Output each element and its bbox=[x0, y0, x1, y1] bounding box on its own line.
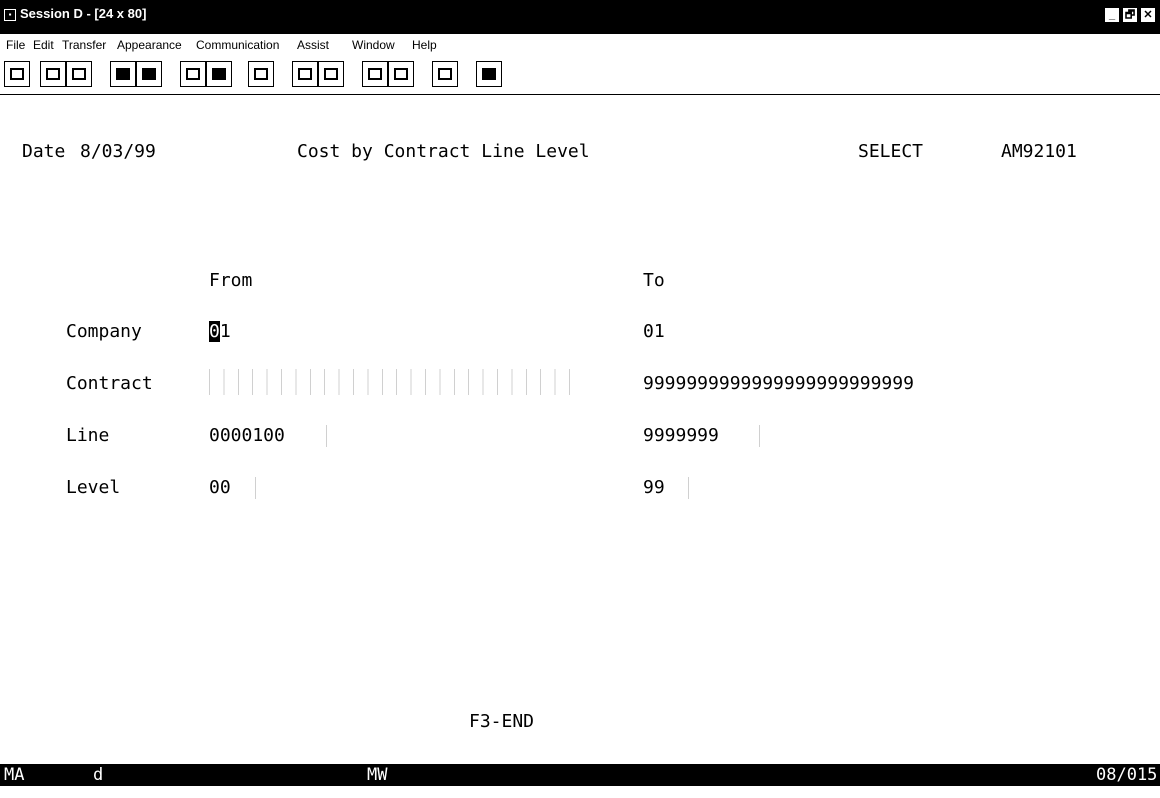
terminal-screen[interactable]: Date 8/03/99 Cost by Contract Line Level… bbox=[0, 95, 1160, 763]
level-to-field[interactable]: 99 bbox=[643, 477, 665, 499]
display-icon[interactable] bbox=[4, 61, 30, 87]
screen-title: Cost by Contract Line Level bbox=[297, 141, 590, 162]
exit-icon[interactable] bbox=[476, 61, 502, 87]
status-mode: MW bbox=[367, 765, 388, 785]
line-from-field[interactable]: 0000100 bbox=[209, 425, 285, 447]
screen-icon[interactable] bbox=[206, 61, 232, 87]
system-menu-icon[interactable]: ▪ bbox=[4, 9, 16, 21]
menu-edit[interactable]: Edit bbox=[33, 38, 54, 52]
bottom-border bbox=[0, 786, 1160, 798]
field-end-marker bbox=[688, 477, 689, 499]
menu-bar: File Edit Transfer Appearance Communicat… bbox=[0, 34, 1160, 58]
contract-label: Contract bbox=[66, 373, 153, 394]
copy-icon[interactable] bbox=[40, 61, 66, 87]
window-title: Session D - [24 x 80] bbox=[20, 6, 147, 21]
status-indicator: d bbox=[93, 765, 104, 785]
menu-file[interactable]: File bbox=[6, 38, 25, 52]
toolbar bbox=[0, 58, 1160, 95]
window-title-bar[interactable]: ▪ Session D - [24 x 80] _ 🗗 ✕ bbox=[0, 0, 1160, 34]
minimize-button[interactable]: _ bbox=[1104, 7, 1120, 23]
company-from-field[interactable]: 01 bbox=[209, 321, 231, 343]
field-end-marker bbox=[326, 425, 327, 447]
status-bar: MA d MW 08/015 bbox=[0, 764, 1160, 786]
company-label: Company bbox=[66, 321, 142, 342]
program-id: AM92101 bbox=[1001, 141, 1077, 162]
contract-from-field[interactable] bbox=[209, 369, 574, 395]
maximize-button[interactable]: 🗗 bbox=[1122, 7, 1138, 23]
level-from-field[interactable]: 00 bbox=[209, 477, 231, 499]
field-end-marker bbox=[255, 477, 256, 499]
receive-icon[interactable] bbox=[136, 61, 162, 87]
mode-label: SELECT bbox=[858, 141, 924, 162]
date-label: Date bbox=[22, 141, 66, 162]
from-header: From bbox=[209, 270, 253, 291]
send-icon[interactable] bbox=[110, 61, 136, 87]
status-session: MA bbox=[4, 765, 25, 785]
macro-record-icon[interactable] bbox=[292, 61, 318, 87]
line-label: Line bbox=[66, 425, 110, 446]
text-cursor: 0 bbox=[209, 321, 220, 342]
close-button[interactable]: ✕ bbox=[1140, 7, 1156, 23]
menu-window[interactable]: Window bbox=[352, 38, 395, 52]
field-end-marker bbox=[759, 425, 760, 447]
menu-appearance[interactable]: Appearance bbox=[117, 38, 182, 52]
menu-assist[interactable]: Assist bbox=[297, 38, 329, 52]
level-label: Level bbox=[66, 477, 121, 498]
line-to-field[interactable]: 9999999 bbox=[643, 425, 719, 447]
company-to-field[interactable]: 01 bbox=[643, 321, 665, 343]
function-key-hint: F3-END bbox=[469, 711, 535, 732]
macro-stop-icon[interactable] bbox=[318, 61, 344, 87]
macro-pause-icon[interactable] bbox=[388, 61, 414, 87]
chart-icon[interactable] bbox=[248, 61, 274, 87]
macro-play-icon[interactable] bbox=[362, 61, 388, 87]
paste-icon[interactable] bbox=[66, 61, 92, 87]
menu-communication[interactable]: Communication bbox=[196, 38, 279, 52]
keypad-icon[interactable] bbox=[180, 61, 206, 87]
cursor-position: 08/015 bbox=[1096, 765, 1158, 785]
to-header: To bbox=[643, 270, 665, 291]
window-controls: _ 🗗 ✕ bbox=[1104, 7, 1156, 23]
date-value: 8/03/99 bbox=[80, 141, 156, 162]
menu-help[interactable]: Help bbox=[412, 38, 437, 52]
contract-to-field[interactable]: 9999999999999999999999999 bbox=[643, 373, 914, 395]
menu-transfer[interactable]: Transfer bbox=[62, 38, 106, 52]
clipboard-icon[interactable] bbox=[432, 61, 458, 87]
